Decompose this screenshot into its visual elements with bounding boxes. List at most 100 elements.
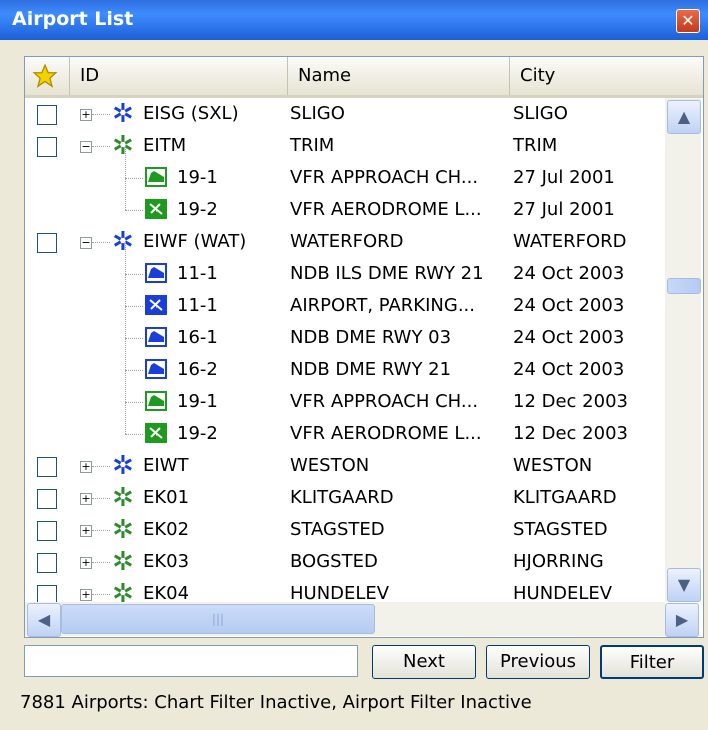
row-checkbox[interactable] — [37, 457, 57, 477]
chart-id: 19-1 — [177, 391, 218, 412]
airport-row[interactable]: + ✲ EK04 HUNDELEV HUNDELEV — [25, 578, 665, 602]
chart-row[interactable]: 16-1 NDB DME RWY 03 24 Oct 2003 — [25, 306, 665, 354]
expand-icon[interactable]: + — [80, 525, 92, 537]
chart-row[interactable]: 11-1 NDB ILS DME RWY 21 24 Oct 2003 — [25, 242, 665, 290]
row-checkbox[interactable] — [37, 553, 57, 573]
airport-id: EIWF (WAT) — [143, 231, 247, 252]
airport-row[interactable]: − ✲ EITM TRIM TRIM — [25, 130, 665, 162]
collapse-icon[interactable]: − — [80, 141, 92, 153]
airport-id: EK02 — [143, 519, 190, 540]
row-name: HUNDELEV — [290, 583, 390, 602]
airport-row[interactable]: − ✲ EIWF (WAT) WATERFORD WATERFORD — [25, 226, 665, 258]
row-name: BOGSTED — [290, 551, 378, 572]
column-header-city[interactable]: City — [509, 57, 703, 95]
scroll-down-button[interactable]: ▼ — [667, 568, 701, 602]
chart-row[interactable]: 19-1 VFR APPROACH CH... 12 Dec 2003 — [25, 370, 665, 418]
row-checkbox[interactable] — [37, 521, 57, 541]
scroll-left-button[interactable]: ◀ — [27, 603, 61, 637]
expand-icon[interactable]: + — [80, 589, 92, 601]
row-checkbox[interactable] — [37, 489, 57, 509]
scroll-up-button[interactable]: ▲ — [667, 100, 701, 134]
row-name: VFR AERODROME L... — [290, 199, 482, 220]
tree-connector — [92, 242, 110, 243]
row-name: VFR AERODROME L... — [290, 423, 482, 444]
vertical-scrollbar[interactable]: ▲ ▼ — [665, 98, 701, 602]
expand-icon[interactable]: + — [80, 493, 92, 505]
favorite-column-header[interactable] — [25, 57, 65, 95]
row-city: WATERFORD — [513, 231, 627, 252]
chart-row[interactable]: +19-2 VFR AERODROME L... 27 Jul 2001 — [25, 178, 665, 226]
title-bar[interactable]: Airport List ✕ — [0, 0, 708, 40]
horizontal-scroll-thumb[interactable]: ||| — [61, 604, 375, 634]
approach-chart-icon — [145, 391, 167, 411]
airport-row[interactable]: + ✲ EISG (SXL) SLIGO SLIGO — [25, 98, 665, 130]
scroll-right-button[interactable]: ▶ — [665, 603, 699, 637]
row-date: 27 Jul 2001 — [513, 167, 615, 188]
tree-connector — [125, 178, 143, 179]
airport-id: EIWT — [143, 455, 189, 476]
row-name: WATERFORD — [290, 231, 404, 252]
airport-id: EK01 — [143, 487, 190, 508]
airport-row[interactable]: + ✲ EIWT WESTON WESTON — [25, 450, 665, 482]
row-name: WESTON — [290, 455, 370, 476]
status-bar-text: 7881 Airports: Chart Filter Inactive, Ai… — [20, 692, 532, 713]
tree-connector — [125, 402, 143, 403]
horizontal-scrollbar[interactable]: ◀ ||| ▶ — [25, 602, 699, 637]
airport-gear-icon: ✲ — [112, 483, 134, 513]
expand-icon[interactable]: + — [80, 557, 92, 569]
previous-button[interactable]: Previous — [486, 645, 590, 679]
svg-text:+: + — [154, 207, 159, 214]
chart-row[interactable]: 19-1 VFR APPROACH CH... 27 Jul 2001 — [25, 146, 665, 194]
collapse-icon[interactable]: − — [80, 237, 92, 249]
tree-connector — [125, 338, 126, 370]
approach-chart-icon — [145, 327, 167, 347]
airport-gear-icon: ✲ — [112, 451, 134, 481]
airport-gear-icon: ✲ — [112, 515, 134, 545]
airport-row[interactable]: + ✲ EK02 STAGSTED STAGSTED — [25, 514, 665, 546]
chevron-left-icon: ◀ — [37, 610, 51, 629]
row-date: 24 Oct 2003 — [513, 327, 625, 348]
expand-icon[interactable]: + — [80, 461, 92, 473]
tree-connector — [92, 594, 110, 595]
row-checkbox[interactable] — [37, 233, 57, 253]
airport-list-window: Airport List ✕ ID Name City + ✲ EISG (SXL)… — [0, 0, 708, 730]
airport-gear-icon: ✲ — [112, 131, 134, 161]
airport-row[interactable]: + ✲ EK01 KLITGAARD KLITGAARD — [25, 482, 665, 514]
tree-connector — [92, 114, 110, 115]
close-button[interactable]: ✕ — [676, 9, 700, 33]
airport-id: EK03 — [143, 551, 190, 572]
chart-row[interactable]: +19-2 VFR AERODROME L... 12 Dec 2003 — [25, 402, 665, 450]
grip-icon: ||| — [211, 612, 225, 626]
tree-connector — [92, 466, 110, 467]
filter-button[interactable]: Filter — [600, 645, 704, 679]
row-checkbox[interactable] — [37, 585, 57, 602]
airport-id: EISG (SXL) — [143, 103, 239, 124]
approach-chart-icon — [145, 167, 167, 187]
airport-grid: ID Name City + ✲ EISG (SXL) SLIGO SLIGO − ✲ EIT… — [24, 56, 704, 638]
chart-row[interactable]: +11-1 AIRPORT, PARKING... 24 Oct 2003 — [25, 274, 665, 322]
column-header-id[interactable]: ID — [69, 57, 294, 95]
row-name: NDB DME RWY 03 — [290, 327, 452, 348]
airport-id: EITM — [143, 135, 187, 156]
window-title: Airport List — [12, 8, 134, 30]
tree-connector — [125, 402, 126, 434]
row-city: KLITGAARD — [513, 487, 617, 508]
airport-row[interactable]: + ✲ EK03 BOGSTED HJORRING — [25, 546, 665, 578]
vertical-scroll-thumb[interactable] — [667, 278, 701, 294]
row-name: NDB DME RWY 21 — [290, 359, 452, 380]
next-button[interactable]: Next — [372, 645, 476, 679]
tree-connector — [125, 370, 143, 371]
row-checkbox[interactable] — [37, 105, 57, 125]
airport-id: EK04 — [143, 583, 190, 602]
row-city: WESTON — [513, 455, 593, 476]
column-header-name[interactable]: Name — [287, 57, 516, 95]
row-name: VFR APPROACH CH... — [290, 391, 479, 412]
expand-icon[interactable]: + — [80, 109, 92, 121]
row-checkbox[interactable] — [37, 137, 57, 157]
tree-connector — [92, 498, 110, 499]
search-input[interactable] — [24, 645, 358, 677]
row-name: VFR APPROACH CH... — [290, 167, 479, 188]
chart-row[interactable]: 16-2 NDB DME RWY 21 24 Oct 2003 — [25, 338, 665, 386]
row-name: STAGSTED — [290, 519, 385, 540]
row-city: SLIGO — [513, 103, 568, 124]
